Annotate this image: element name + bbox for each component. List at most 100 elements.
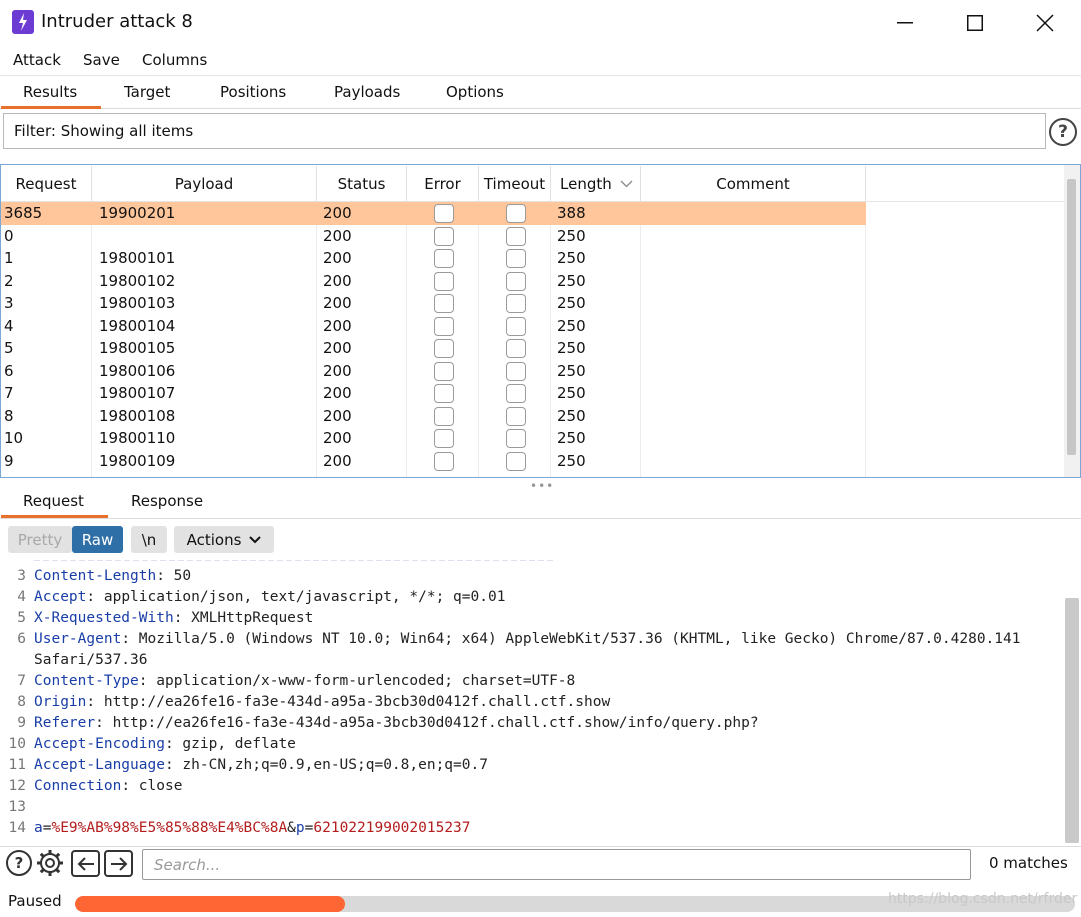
cell-status: 200: [323, 406, 352, 425]
line-number: 6: [17, 631, 26, 647]
editor-scrollbar[interactable]: [1065, 598, 1079, 843]
maximize-button[interactable]: [940, 0, 1010, 45]
timeout-checkbox: [506, 271, 526, 291]
error-checkbox: [434, 226, 454, 246]
table-row[interactable]: 6 19800106 200 250: [1, 360, 866, 383]
cell-status: 200: [323, 316, 352, 335]
tab-response[interactable]: Response: [131, 492, 203, 510]
back-arrow-icon[interactable]: [71, 850, 100, 877]
header-colon: :: [121, 631, 131, 647]
table-row[interactable]: 10 19800110 200 250: [1, 427, 866, 450]
header-colon: :: [164, 757, 174, 773]
cell-status: 200: [323, 384, 352, 402]
cell-status: 200: [323, 204, 352, 222]
timeout-checkbox: [506, 384, 526, 403]
table-row[interactable]: 0 200 250: [1, 225, 866, 248]
table-scrollbar-thumb[interactable]: [1067, 179, 1076, 455]
cell-length: 250: [557, 249, 586, 267]
header-name: Connection: [34, 778, 122, 794]
header-value: http://ea26fe16-fa3e-434d-a95a-3bcb30d04…: [95, 694, 611, 710]
cell-payload: 19800102: [99, 271, 176, 290]
cell-payload: 19800108: [99, 406, 176, 425]
cell-length: 388: [557, 204, 586, 222]
error-checkbox: [434, 204, 454, 223]
table-row[interactable]: 9 19800109 200 250: [1, 450, 866, 473]
help-icon[interactable]: ?: [1049, 118, 1077, 146]
cell-status: 200: [323, 249, 352, 267]
actions-label: Actions: [186, 530, 242, 549]
table-row[interactable]: 4 19800104 200 250: [1, 315, 866, 338]
tab-positions[interactable]: Positions: [220, 83, 286, 101]
column-header-request[interactable]: Request: [1, 166, 92, 201]
pretty-button[interactable]: Pretty: [8, 526, 72, 553]
close-button[interactable]: [1010, 0, 1080, 45]
header-colon: :: [86, 694, 96, 710]
menu-save[interactable]: Save: [83, 51, 120, 69]
cell-length: 250: [557, 294, 586, 312]
header-line: Content-Type: application/x-www-form-url…: [34, 673, 575, 689]
cell-length: 250: [557, 339, 586, 357]
column-header-status[interactable]: Status: [317, 166, 407, 201]
help-icon[interactable]: ?: [6, 850, 32, 876]
header-name: Content-Length: [34, 568, 157, 584]
header-value: application/json, text/javascript, */*; …: [95, 589, 506, 605]
filter-bar[interactable]: Filter: Showing all items: [3, 113, 1046, 149]
header-name: X-Requested-With: [34, 610, 174, 626]
cell-payload: 19800106: [99, 361, 176, 380]
column-header-timeout[interactable]: Timeout: [479, 166, 551, 201]
header-line: Accept: application/json, text/javascrip…: [34, 589, 505, 605]
request-editor[interactable]: 3 Content-Length: 50 4 Accept: application/…: [0, 560, 1081, 846]
actions-dropdown[interactable]: Actions: [174, 526, 274, 553]
error-checkbox: [434, 316, 454, 336]
table-row[interactable]: 8 19800108 200 250: [1, 405, 866, 428]
tab-options[interactable]: Options: [446, 83, 504, 101]
header-line: Referer: http://ea26fe16-fa3e-434d-a95a-…: [34, 715, 759, 731]
column-header-payload[interactable]: Payload: [92, 166, 317, 201]
header-line: Accept-Language: zh-CN,zh;q=0.9,en-US;q=…: [34, 757, 488, 773]
column-header-comment[interactable]: Comment: [641, 166, 866, 201]
header-name: Accept-Encoding: [34, 736, 165, 752]
status-bar: Paused https://blog.csdn.net/rfrder: [0, 888, 1081, 917]
menu-bar: Attack Save Columns: [0, 45, 1081, 75]
settings-gear-icon[interactable]: [36, 849, 64, 877]
cell-status: 200: [323, 271, 352, 290]
line-number: 13: [8, 799, 26, 815]
table-row[interactable]: 3 19800103 200 250: [1, 292, 866, 315]
error-checkbox: [434, 429, 454, 448]
newline-toggle-button[interactable]: \n: [131, 526, 167, 553]
cell-request: 8: [4, 406, 14, 425]
search-input[interactable]: [142, 849, 971, 880]
menu-columns[interactable]: Columns: [142, 51, 207, 69]
tab-target[interactable]: Target: [124, 83, 170, 101]
attack-status: Paused: [8, 892, 62, 910]
minimize-button[interactable]: [870, 0, 940, 45]
menu-attack[interactable]: Attack: [13, 51, 61, 69]
column-header-error[interactable]: Error: [407, 166, 479, 201]
header-colon: :: [156, 568, 165, 584]
header-name: Accept: [34, 589, 87, 605]
timeout-checkbox: [506, 226, 526, 246]
column-header-length[interactable]: Length: [551, 166, 641, 201]
header-colon: :: [138, 673, 148, 689]
header-line: Accept-Encoding: gzip, deflate: [34, 736, 296, 752]
table-row[interactable]: 5 19800105 200 250: [1, 337, 866, 360]
line-number: 5: [17, 610, 26, 626]
table-row[interactable]: 1 19800101 200 250: [1, 247, 866, 270]
table-row[interactable]: 3685 19900201 200 388: [1, 202, 866, 225]
forward-arrow-icon[interactable]: [104, 850, 133, 877]
tab-results[interactable]: Results: [23, 83, 77, 101]
watermark: https://blog.csdn.net/rfrder: [888, 891, 1078, 907]
timeout-checkbox: [506, 294, 526, 313]
param-name: p: [295, 820, 305, 836]
cell-length: 250: [557, 226, 586, 245]
burp-logo-icon: [12, 10, 34, 34]
tab-payloads[interactable]: Payloads: [334, 83, 400, 101]
line-number: 14: [8, 820, 26, 836]
table-row[interactable]: 2 19800102 200 250: [1, 270, 866, 293]
cell-length: 250: [557, 361, 586, 380]
window-title: Intruder attack 8: [41, 11, 193, 32]
table-row[interactable]: 7 19800107 200 250: [1, 382, 866, 405]
raw-button[interactable]: Raw: [72, 526, 123, 553]
error-checkbox: [434, 339, 454, 358]
tab-request[interactable]: Request: [23, 492, 84, 510]
